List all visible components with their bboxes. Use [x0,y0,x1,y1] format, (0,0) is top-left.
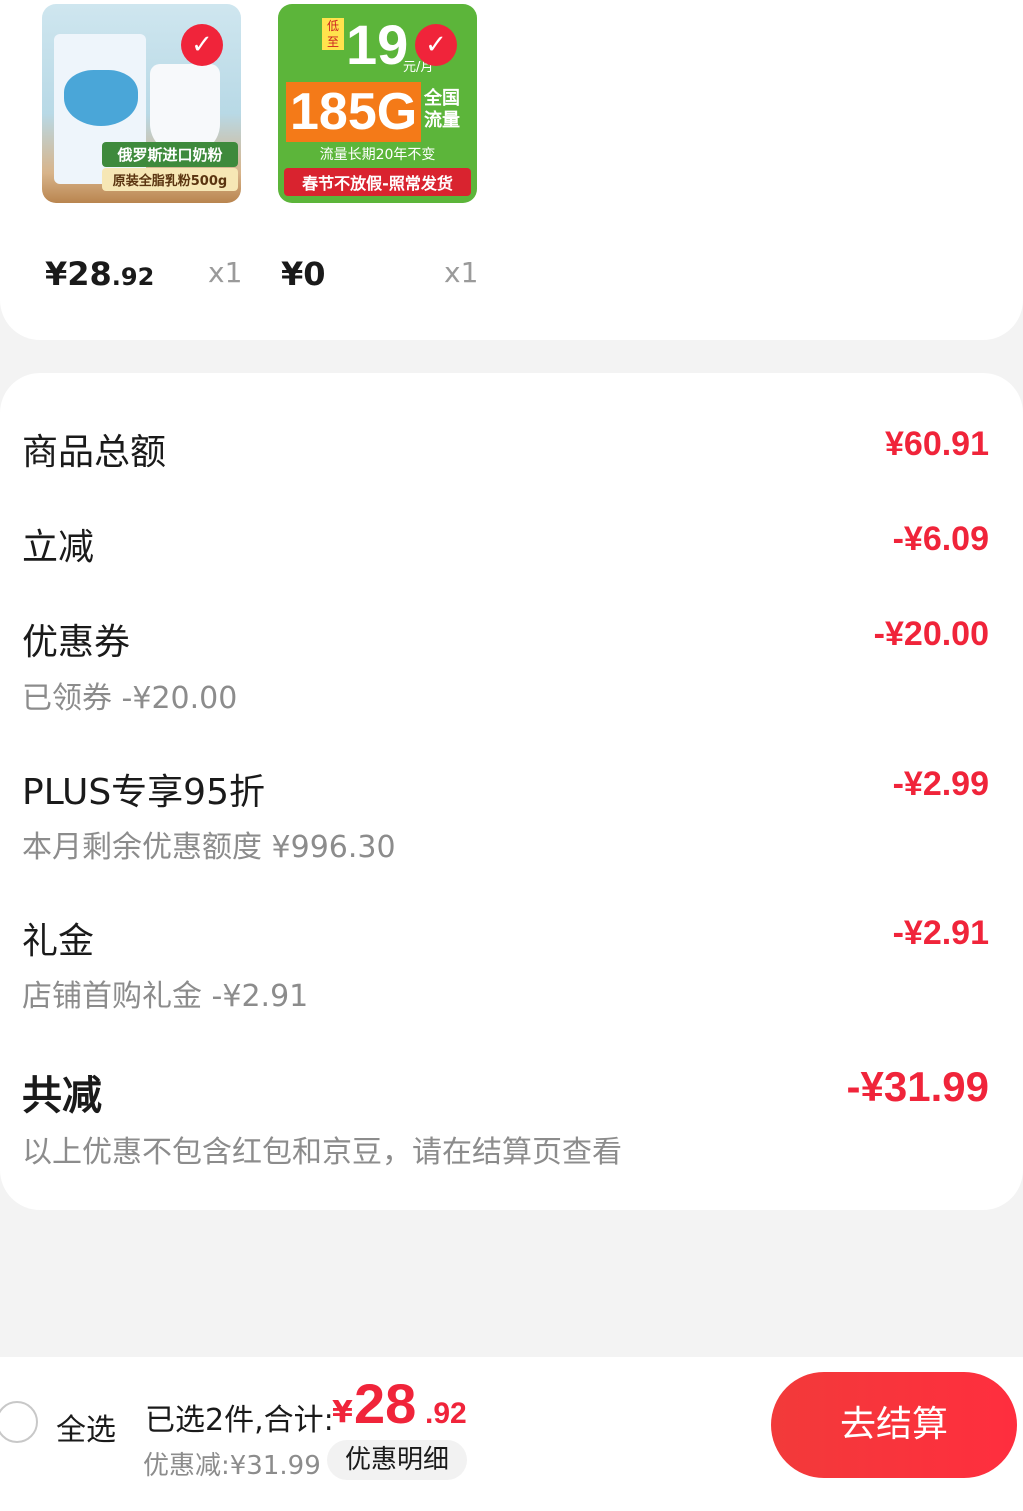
plan-line-1: 流量长期20年不变 [319,147,436,163]
milk-jug [150,64,220,154]
goods-total-label: 商品总额 [22,432,167,473]
checkout-button[interactable]: 去结算 [771,1372,1017,1478]
plus-discount-label: PLUS专享95折 [22,772,265,813]
plan-tag: 全国流量 [424,88,460,131]
selected-summary: 已选2件,合计: [145,1403,334,1438]
plan-big-text: 185G [286,82,422,142]
price-int: ¥0 [281,255,326,293]
selected-check-icon[interactable]: ✓ [415,24,457,66]
heart-logo-icon [64,70,138,126]
price-dec: .92 [111,263,155,291]
product-caption-1: 俄罗斯进口奶粉 [102,142,238,167]
selected-check-icon[interactable]: ✓ [181,24,223,66]
goods-total-value: ¥60.91 [885,425,989,463]
product-qty: x1 [444,256,479,289]
coupon-value: -¥20.00 [873,615,989,653]
product-price: ¥0 [281,255,326,293]
select-all-radio[interactable] [0,1401,38,1443]
checkout-bar: 全选 已选2件,合计: ¥ 28 .92 优惠减:¥31.99 优惠明细 去结算 [0,1357,1023,1511]
gift-sub: 店铺首购礼金 -¥2.91 [22,979,309,1014]
coupon-sub: 已领券 -¥20.00 [22,681,238,716]
total-discount-value: -¥31.99 [846,1063,989,1110]
plus-discount-value: -¥2.99 [892,765,989,803]
product-qty: x1 [208,256,243,289]
gift-label: 礼金 [22,921,95,962]
instant-discount-value: -¥6.09 [892,520,989,558]
product-image-milk-powder[interactable]: 俄罗斯进口奶粉 原装全脂乳粉500g ✓ [42,4,241,203]
product-price: ¥28.92 [45,255,154,293]
cart-items-card: 俄罗斯进口奶粉 原装全脂乳粉500g ✓ 低至 19 元/月 185G 全国流量… [0,0,1023,340]
price-int: ¥28 [45,255,112,293]
discount-amount: 优惠减:¥31.99 [143,1451,321,1481]
product-image-data-plan[interactable]: 低至 19 元/月 185G 全国流量 流量长期20年不变 春节不放假-照常发货… [278,4,477,203]
discount-detail-button[interactable]: 优惠明细 [327,1440,467,1480]
plan-price: 19 [346,13,409,76]
plus-discount-sub: 本月剩余优惠额度 ¥996.30 [22,830,396,865]
plan-line-2: 春节不放假-照常发货 [284,168,471,196]
gift-value: -¥2.91 [892,914,989,952]
total-discount-note: 以上优惠不包含红包和京豆，请在结算页查看 [22,1135,622,1170]
product-caption-2: 原装全脂乳粉500g [102,168,238,191]
total-discount-label: 共减 [22,1073,102,1119]
instant-discount-label: 立减 [22,527,95,568]
select-all-label[interactable]: 全选 [56,1405,116,1449]
total-int: 28 [354,1372,417,1435]
total-dec: .92 [425,1397,467,1430]
coupon-label: 优惠券 [22,622,131,663]
total-currency: ¥ [332,1395,353,1430]
price-detail-card: 商品总额 ¥60.91 立减 -¥6.09 优惠券 -¥20.00 已领券 -¥… [0,373,1023,1210]
plan-top-label: 低至 [322,18,344,50]
